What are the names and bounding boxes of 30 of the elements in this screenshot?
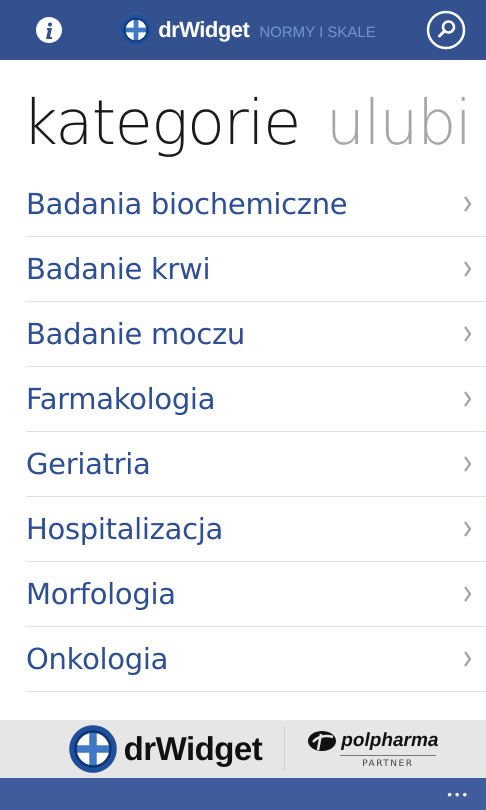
- category-item[interactable]: Badanie krwi: [26, 237, 486, 302]
- partner-label: PARTNER: [340, 754, 436, 768]
- category-item[interactable]: Badania biochemiczne: [26, 172, 486, 237]
- category-item[interactable]: Hospitalizacja: [26, 497, 486, 562]
- cross-logo-icon: [68, 724, 118, 774]
- chevron-right-icon: [464, 196, 472, 212]
- partner-name: polpharma: [341, 730, 438, 752]
- chevron-right-icon: [464, 261, 472, 277]
- chevron-right-icon: [464, 586, 472, 602]
- category-item[interactable]: Morfologia: [26, 562, 486, 627]
- category-item[interactable]: Badanie moczu: [26, 302, 486, 367]
- category-item[interactable]: Geriatria: [26, 432, 486, 497]
- cross-logo-icon: [120, 14, 152, 46]
- pivot-tab[interactable]: kategorie: [22, 88, 300, 158]
- more-button[interactable]: •••: [447, 786, 470, 802]
- chevron-right-icon: [464, 456, 472, 472]
- banner-brand: drWidget: [124, 730, 262, 768]
- app-subtitle: NORMY I SKALE: [259, 24, 376, 40]
- app-title: drWidget: [158, 17, 250, 43]
- partner-logo-icon: [307, 730, 338, 752]
- category-item[interactable]: Onkologia: [26, 627, 486, 692]
- chevron-right-icon: [464, 391, 472, 407]
- chevron-right-icon: [464, 521, 472, 537]
- chevron-right-icon: [464, 651, 472, 667]
- search-icon: [426, 10, 466, 50]
- search-button[interactable]: [426, 10, 466, 50]
- chevron-right-icon: [464, 326, 472, 342]
- info-icon: [36, 17, 62, 43]
- info-button[interactable]: [36, 17, 62, 43]
- category-item[interactable]: Farmakologia: [26, 367, 486, 432]
